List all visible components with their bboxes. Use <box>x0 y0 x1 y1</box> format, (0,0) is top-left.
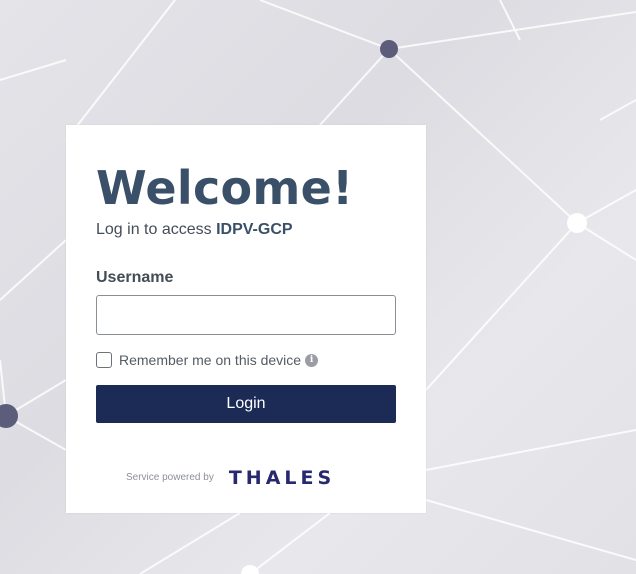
app-name: IDPV-GCP <box>216 221 293 238</box>
login-button[interactable]: Login <box>96 385 396 423</box>
powered-by-footer: Service powered by THALES <box>126 467 335 489</box>
page-title: Welcome! <box>96 161 354 215</box>
thales-logo: THALES <box>228 467 336 489</box>
remember-me-checkbox[interactable] <box>96 352 112 368</box>
remember-me-row: Remember me on this device i <box>96 351 319 369</box>
login-subtitle: Log in to access IDPV-GCP <box>96 220 293 240</box>
remember-me-label[interactable]: Remember me on this device <box>119 351 301 369</box>
powered-by-text: Service powered by <box>126 472 214 483</box>
login-card: Welcome! Log in to access IDPV-GCP Usern… <box>66 125 426 513</box>
info-icon[interactable]: i <box>305 353 319 367</box>
username-label: Username <box>96 269 174 286</box>
username-input[interactable] <box>96 295 396 335</box>
subtitle-text: Log in to access <box>96 221 212 238</box>
